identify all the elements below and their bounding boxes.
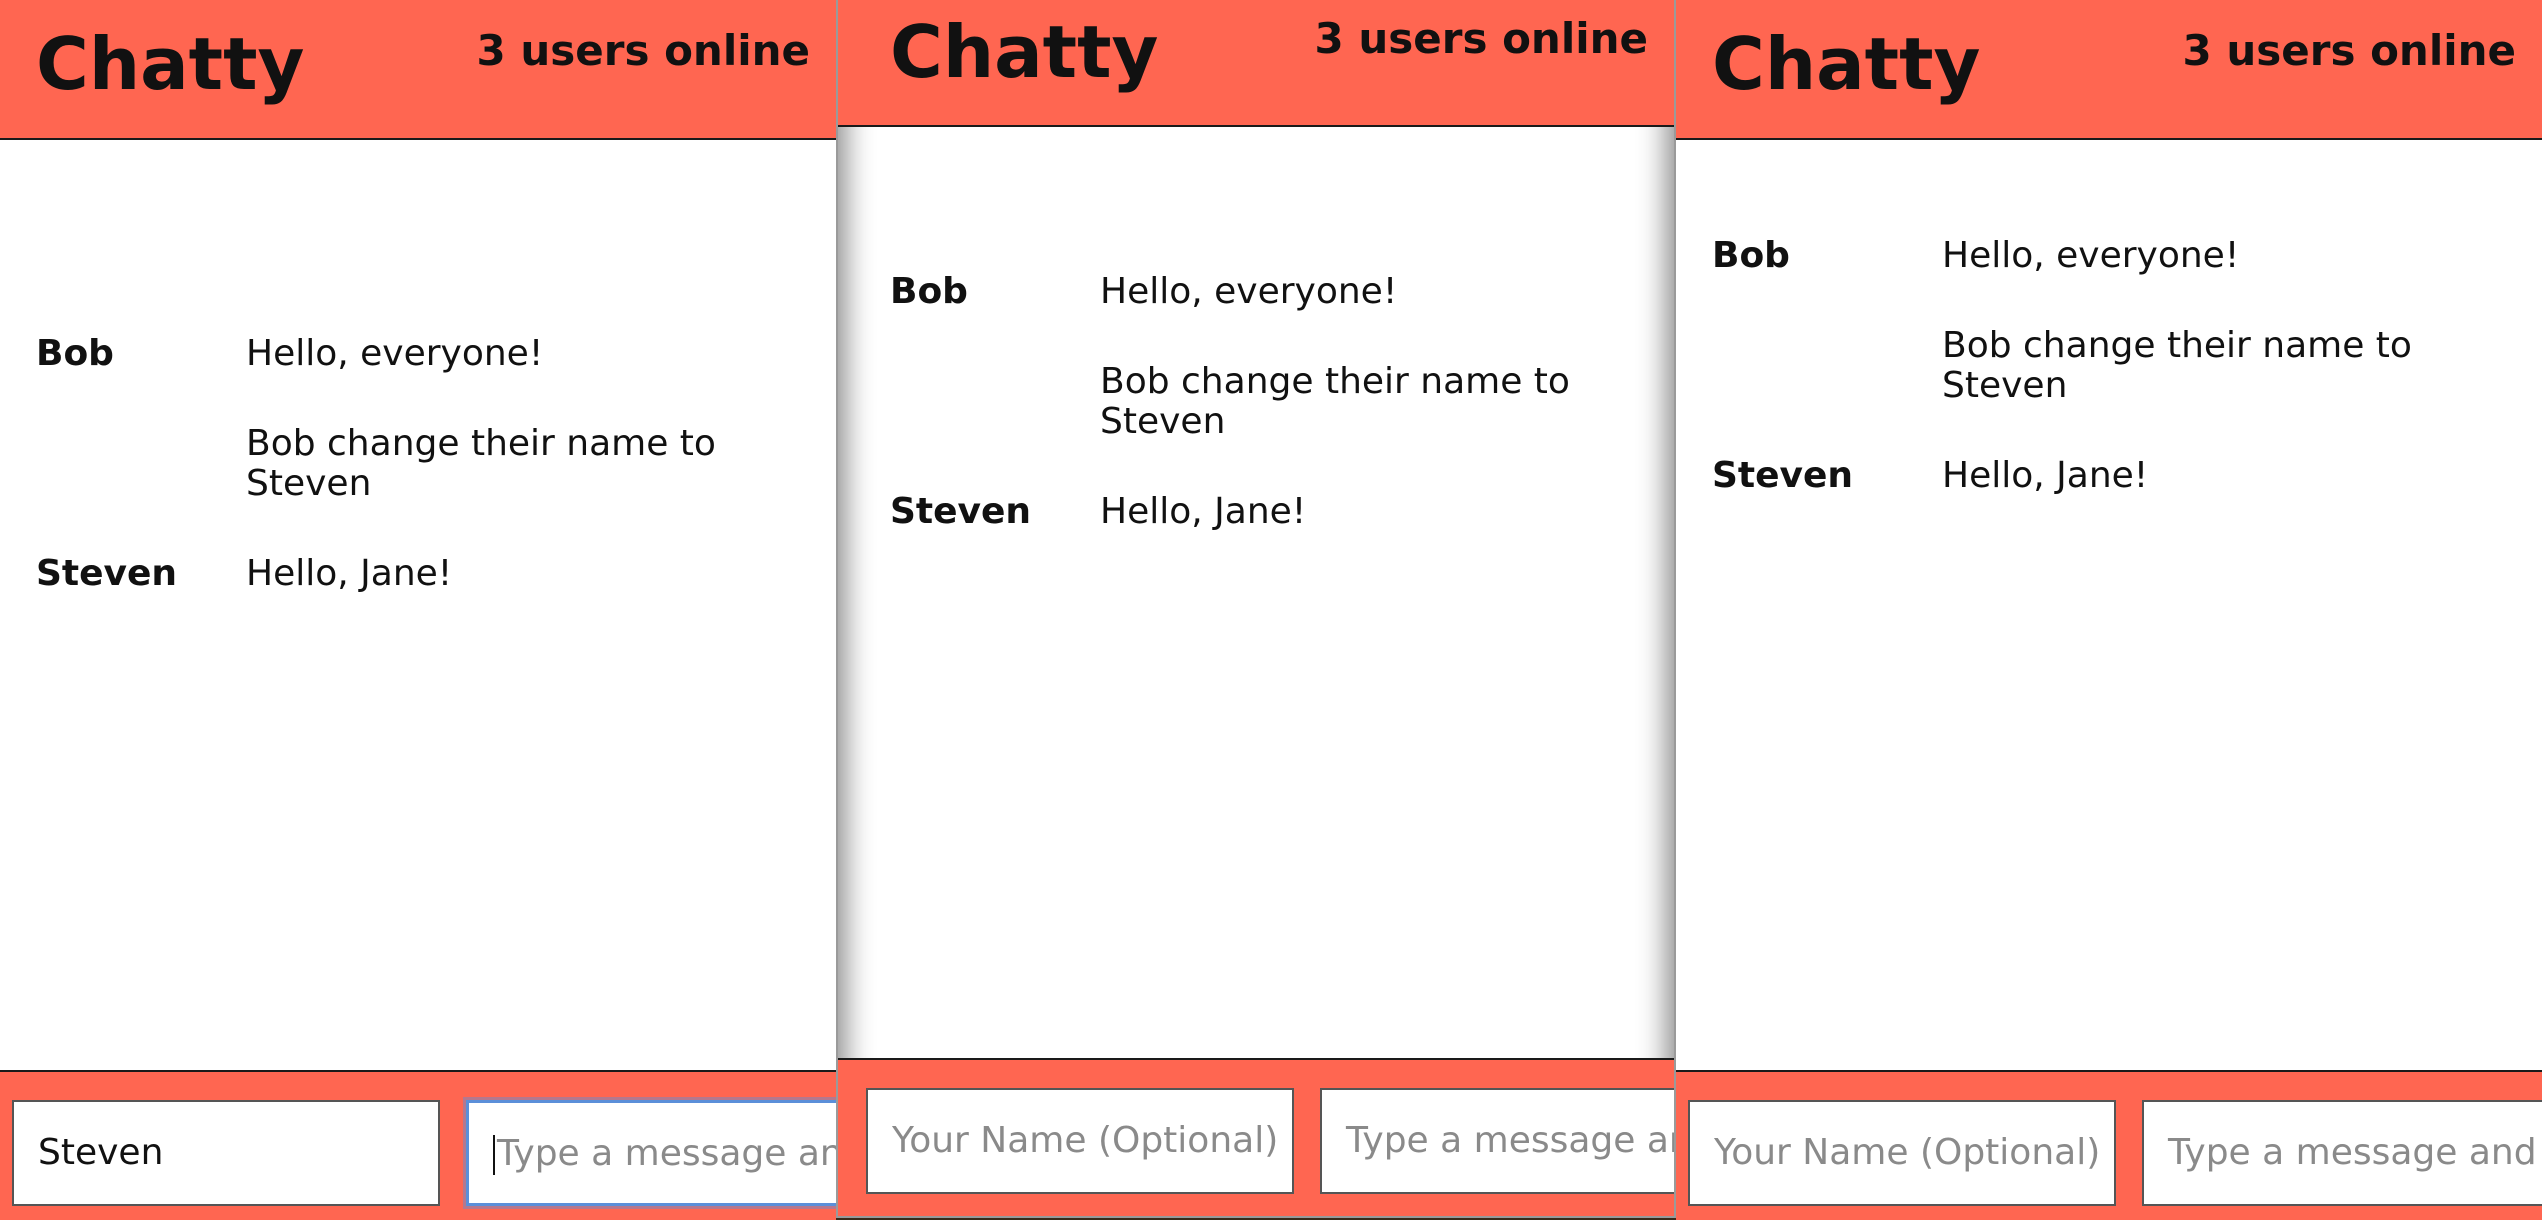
- system-notification: Bob change their name to Steven: [838, 362, 1674, 442]
- chat-window-2: Chatty 3 users online Bob Hello, everyon…: [836, 0, 1676, 1218]
- message-list: Bob Hello, everyone! Bob change their na…: [0, 334, 836, 594]
- message-item: Steven Hello, Jane!: [1676, 456, 2542, 496]
- message-item: Bob Hello, everyone!: [838, 272, 1674, 312]
- system-notification: Bob change their name to Steven: [1676, 326, 2542, 406]
- text-caret: [493, 1135, 495, 1175]
- notification-content: Bob change their name to Steven: [1100, 361, 1570, 442]
- screenshot-stage: Chatty 3 users online Bob Hello, everyon…: [0, 0, 2542, 1220]
- users-online-count: 3 users online: [476, 26, 811, 75]
- message-username: Steven: [1712, 455, 1854, 496]
- chat-window-3: Chatty 3 users online Bob Hello, everyon…: [1676, 0, 2542, 1220]
- navbar: Chatty 3 users online: [838, 0, 1674, 127]
- message-content: Hello, Jane!: [246, 553, 453, 594]
- navbar: Chatty 3 users online: [0, 0, 836, 140]
- message-input-placeholder: Type a message and hit ENTER: [497, 1133, 836, 1174]
- users-online-count: 3 users online: [2182, 26, 2517, 75]
- message-item: Steven Hello, Jane!: [838, 492, 1674, 532]
- notification-content: Bob change their name to Steven: [1942, 325, 2412, 406]
- message-content: Hello, everyone!: [246, 333, 544, 374]
- message-username: Steven: [890, 491, 1032, 532]
- message-content: Hello, Jane!: [1100, 491, 1307, 532]
- message-input[interactable]: Type a message and hit ENTER: [466, 1100, 836, 1206]
- chatbar: Your Name (Optional) Type a message and …: [1676, 1070, 2542, 1220]
- message-item: Steven Hello, Jane!: [0, 554, 836, 594]
- brand-title[interactable]: Chatty: [890, 10, 1158, 94]
- message-item: Bob Hello, everyone!: [0, 334, 836, 374]
- navbar: Chatty 3 users online: [1676, 0, 2542, 140]
- brand-title[interactable]: Chatty: [36, 22, 304, 106]
- message-content: Hello, Jane!: [1942, 455, 2149, 496]
- chat-window-1: Chatty 3 users online Bob Hello, everyon…: [0, 0, 836, 1220]
- message-item: Bob Hello, everyone!: [1676, 236, 2542, 276]
- message-list: Bob Hello, everyone! Bob change their na…: [1676, 236, 2542, 496]
- username-input[interactable]: Your Name (Optional): [866, 1088, 1294, 1194]
- username-input[interactable]: Steven: [12, 1100, 440, 1206]
- message-input[interactable]: Type a message and hit ENTER: [1320, 1088, 1674, 1194]
- message-list: Bob Hello, everyone! Bob change their na…: [838, 272, 1674, 532]
- system-notification: Bob change their name to Steven: [0, 424, 836, 504]
- username-input[interactable]: Your Name (Optional): [1688, 1100, 2116, 1206]
- users-online-count: 3 users online: [1314, 14, 1649, 63]
- message-content: Hello, everyone!: [1100, 271, 1398, 312]
- message-username: Steven: [36, 553, 178, 594]
- message-username: Bob: [1712, 235, 1790, 276]
- message-username: Bob: [890, 271, 968, 312]
- message-content: Hello, everyone!: [1942, 235, 2240, 276]
- chatbar: Your Name (Optional) Type a message and …: [838, 1058, 1674, 1216]
- message-input[interactable]: Type a message and hit ENTER: [2142, 1100, 2542, 1206]
- message-username: Bob: [36, 333, 114, 374]
- chatbar: Steven Type a message and hit ENTER: [0, 1070, 836, 1220]
- notification-content: Bob change their name to Steven: [246, 423, 716, 504]
- brand-title[interactable]: Chatty: [1712, 22, 1980, 106]
